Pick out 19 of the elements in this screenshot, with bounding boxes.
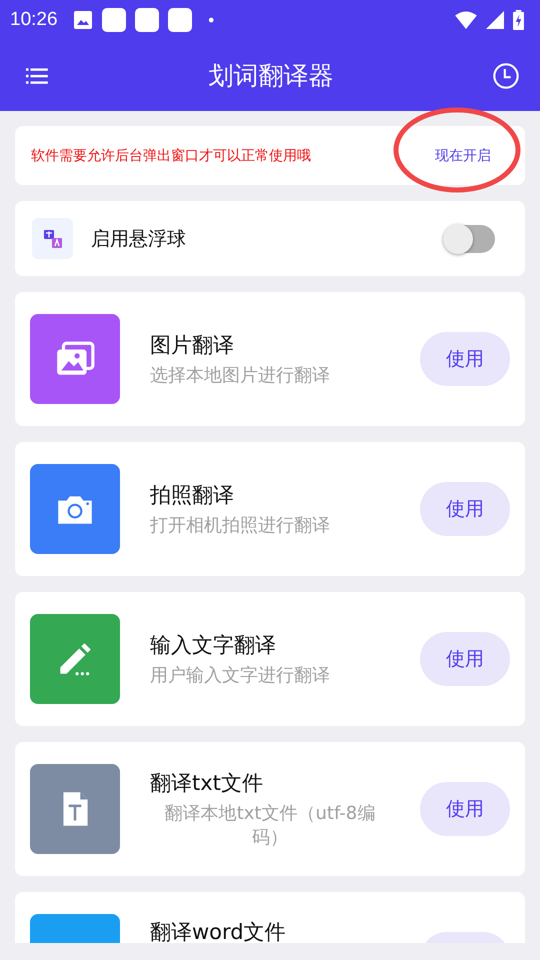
- tool-title: 翻译txt文件: [150, 770, 264, 797]
- use-button[interactable]: 使用: [420, 332, 510, 386]
- tool-title: 翻译word文件: [150, 919, 287, 943]
- status-time: 10:26: [10, 9, 58, 31]
- tool-title: 输入文字翻译: [150, 632, 277, 659]
- app-title: 划词翻译器: [208, 60, 334, 92]
- enable-now-link[interactable]: 现在开启: [417, 146, 509, 164]
- more-notifications-dot: •: [206, 10, 216, 30]
- use-button[interactable]: 使用: [420, 482, 510, 536]
- tool-title: 图片翻译: [150, 332, 235, 359]
- tool-description: 用户输入文字进行翻译: [150, 664, 330, 687]
- float-ball-label: 启用悬浮球: [91, 226, 187, 252]
- tool-description: 选择本地图片进行翻译: [150, 364, 330, 387]
- tool-title: 拍照翻译: [150, 482, 235, 509]
- use-button[interactable]: 使用: [420, 782, 510, 836]
- permission-message: 软件需要允许后台弹出窗口才可以正常使用哦: [31, 146, 311, 164]
- tool-description: 打开相机拍照进行翻译: [150, 514, 330, 537]
- tool-description: 翻译本地txt文件（utf-8编码）: [164, 802, 376, 849]
- use-button[interactable]: 使用: [420, 632, 510, 686]
